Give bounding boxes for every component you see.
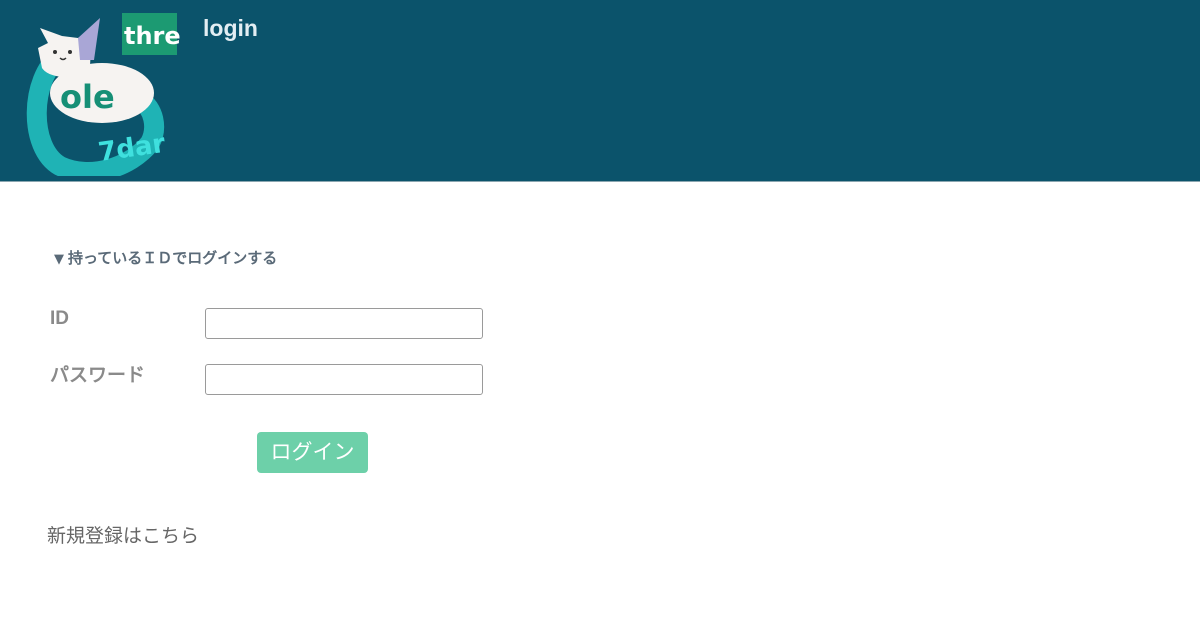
logo-text-ole: ole xyxy=(60,78,115,116)
id-label: ID xyxy=(50,308,69,329)
triangle-down-icon: ▼ xyxy=(54,252,64,267)
site-header: three ole 7dar login xyxy=(0,0,1200,182)
login-button[interactable]: ログイン xyxy=(257,432,368,473)
id-input[interactable] xyxy=(205,308,483,339)
password-label: パスワード xyxy=(50,365,146,386)
cat-logo-icon[interactable]: three ole 7dar xyxy=(20,8,197,182)
logo-text-7dar: 7dar xyxy=(96,129,167,168)
password-input[interactable] xyxy=(205,364,483,395)
register-link[interactable]: 新規登録はこちら xyxy=(47,524,199,548)
login-section-heading-text: 持っているＩＤでログインする xyxy=(68,249,278,267)
page-title: login xyxy=(203,15,258,41)
logo-text-three: three xyxy=(124,22,180,50)
login-section-heading[interactable]: ▼ 持っているＩＤでログインする xyxy=(54,248,277,270)
